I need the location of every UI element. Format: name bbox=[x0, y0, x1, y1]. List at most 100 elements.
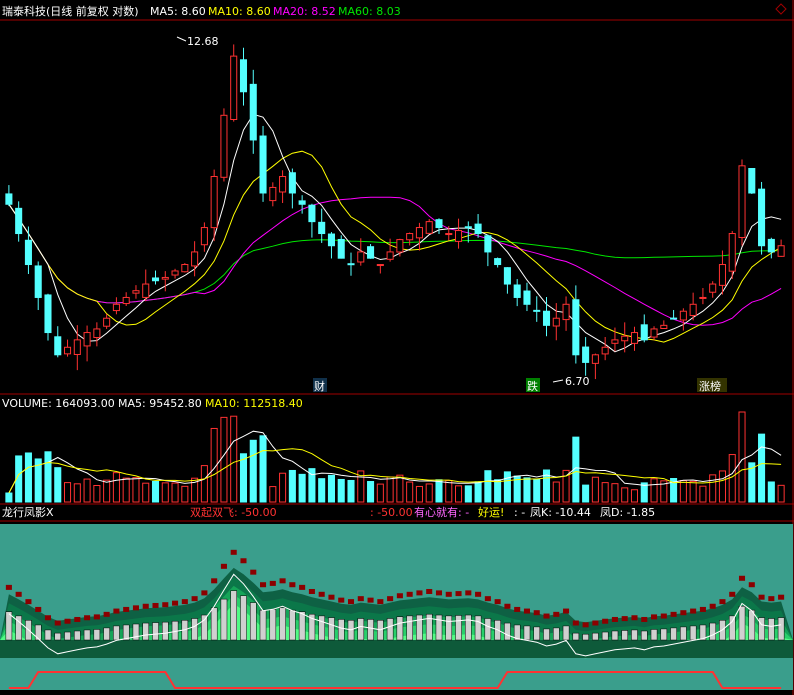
ma5-line bbox=[8, 113, 782, 353]
indicator-label-7: 凤D: -1.85 bbox=[600, 506, 655, 519]
volume-ma5-legend: MA5: 95452.80 bbox=[118, 397, 202, 410]
candle-body bbox=[367, 246, 375, 259]
indicator-mark bbox=[93, 614, 100, 620]
indicator-bar bbox=[64, 631, 71, 641]
candle-body bbox=[542, 310, 551, 326]
candle-body bbox=[112, 303, 120, 312]
volume-bar bbox=[582, 484, 590, 503]
volume-bar bbox=[689, 480, 697, 503]
candle-body bbox=[435, 219, 443, 229]
candle-body bbox=[445, 233, 453, 236]
volume-bars bbox=[5, 411, 785, 503]
candle-body bbox=[161, 276, 169, 280]
indicator-bar bbox=[738, 606, 746, 641]
indicator-mark bbox=[533, 610, 540, 616]
indicator-bar bbox=[572, 632, 580, 641]
candle-body bbox=[298, 200, 306, 205]
volume-bar bbox=[503, 471, 511, 503]
volume-bar bbox=[103, 479, 111, 503]
indicator-mark bbox=[738, 575, 746, 581]
candle-body bbox=[689, 303, 697, 316]
indicator-mark bbox=[357, 596, 364, 602]
diamond-icon[interactable] bbox=[775, 3, 787, 15]
indicator-label-4: 好运! bbox=[478, 505, 504, 519]
indicator-graphic bbox=[0, 524, 793, 690]
indicator-mark bbox=[670, 611, 677, 617]
volume-bar bbox=[699, 485, 707, 503]
indicator-mark bbox=[260, 582, 267, 588]
volume-bar bbox=[552, 481, 560, 503]
volume-bar bbox=[650, 478, 658, 503]
indicator-bar bbox=[689, 625, 697, 641]
volume-bar bbox=[269, 486, 277, 503]
candle-body bbox=[582, 346, 590, 363]
candle-body bbox=[151, 277, 160, 282]
volume-bar bbox=[230, 415, 238, 503]
volume-bar bbox=[777, 484, 785, 503]
candle-body bbox=[415, 227, 423, 239]
indicator-mark bbox=[103, 611, 110, 617]
ma60-legend: MA60: 8.03 bbox=[338, 5, 401, 18]
marker-zhangbang[interactable]: 涨榜 bbox=[699, 379, 721, 393]
volume-bar bbox=[494, 479, 502, 503]
candle-body bbox=[611, 339, 619, 344]
marker-die[interactable]: 跌 bbox=[527, 379, 538, 393]
indicator-bar bbox=[709, 622, 716, 641]
indicator-bar bbox=[34, 624, 42, 641]
indicator-bar bbox=[210, 607, 218, 641]
indicator-bar bbox=[249, 602, 257, 641]
candle-body bbox=[767, 238, 775, 253]
indicator-bar bbox=[240, 595, 247, 641]
indicator-mark bbox=[250, 569, 257, 575]
indicator-bar bbox=[396, 616, 404, 641]
volume-bar bbox=[122, 477, 130, 503]
volume-bar bbox=[83, 478, 91, 503]
indicator-mark bbox=[172, 600, 179, 606]
indicator-bar bbox=[777, 617, 785, 641]
indicator-bar bbox=[386, 618, 394, 641]
indicator-bar bbox=[562, 625, 570, 641]
indicator-mark bbox=[240, 558, 247, 564]
volume-bar bbox=[758, 433, 766, 503]
ma5-legend: MA5: 8.60 bbox=[150, 5, 206, 18]
indicator-bar bbox=[728, 615, 736, 641]
indicator-mark bbox=[553, 611, 560, 617]
volume-bar bbox=[347, 479, 355, 503]
candle-body bbox=[73, 339, 81, 355]
low-price-label: 6.70 bbox=[565, 375, 590, 388]
indicator-mark bbox=[74, 616, 81, 622]
ma20-path bbox=[8, 196, 782, 326]
candle-body bbox=[64, 346, 72, 355]
indicator-mark bbox=[504, 603, 511, 609]
indicator-bar bbox=[640, 630, 648, 641]
volume-bar bbox=[621, 487, 629, 503]
indicator-bar bbox=[337, 619, 345, 641]
indicator-mark bbox=[572, 620, 579, 626]
indicator-mark bbox=[592, 620, 599, 626]
indicator-bar bbox=[83, 629, 91, 641]
candle-body bbox=[464, 226, 472, 229]
candle-body bbox=[239, 59, 248, 93]
candle-body bbox=[34, 265, 42, 298]
marker-cai[interactable]: 财 bbox=[314, 379, 325, 393]
volume-bar bbox=[435, 479, 443, 503]
volume-bar bbox=[161, 482, 169, 503]
volume-bar bbox=[5, 492, 13, 503]
indicator-mark bbox=[758, 594, 765, 600]
indicator-mark bbox=[680, 610, 687, 616]
indicator-mark bbox=[64, 618, 71, 624]
candle-body bbox=[503, 267, 511, 285]
ma60-path bbox=[8, 204, 782, 304]
volume-bar bbox=[455, 485, 463, 503]
indicator-mark bbox=[377, 599, 384, 605]
candle-body bbox=[777, 245, 785, 257]
volume-bar bbox=[220, 416, 228, 503]
candle-body bbox=[191, 251, 199, 267]
volume-bar bbox=[239, 453, 248, 503]
volume-bar bbox=[181, 485, 189, 503]
indicator-mark bbox=[445, 591, 452, 597]
indicator-mark bbox=[563, 608, 570, 614]
candle-body bbox=[621, 335, 629, 342]
indicator-bar bbox=[621, 630, 628, 641]
candle-body bbox=[552, 317, 560, 327]
